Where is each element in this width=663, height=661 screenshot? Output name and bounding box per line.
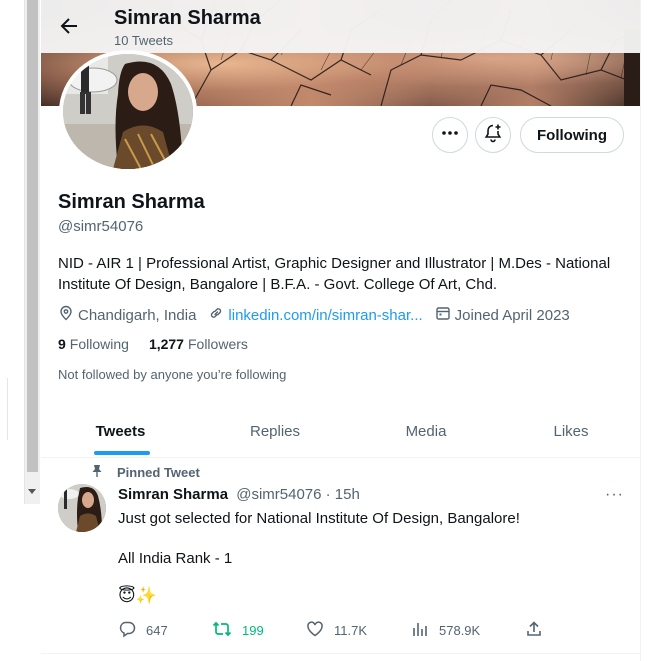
like-count: 11.7K [334, 623, 368, 638]
following-count: 9 [58, 336, 66, 352]
tweet-emoji: 😇✨ [118, 586, 157, 605]
following-label: Following [69, 336, 129, 352]
gutter-divider [0, 378, 8, 440]
joined-text: Joined April 2023 [454, 306, 570, 324]
followers-label: Followers [187, 336, 248, 352]
scroll-down-arrow-icon[interactable] [28, 489, 36, 494]
back-arrow-icon[interactable] [57, 14, 81, 38]
share-button[interactable] [525, 620, 553, 641]
tweet-author[interactable]: Simran Sharma [118, 486, 228, 503]
tab-replies[interactable]: Replies [200, 405, 350, 458]
calendar-icon [435, 305, 455, 325]
more-icon [441, 124, 459, 147]
retweet-count: 199 [242, 623, 264, 638]
website-link[interactable]: linkedin.com/in/simran-shar... [228, 307, 422, 324]
like-button[interactable]: 11.7K [306, 620, 367, 641]
views-button[interactable]: 578.9K [411, 620, 480, 641]
scrollbar[interactable] [24, 0, 40, 504]
profile-column: Simran Sharma 10 Tweets Following Simran… [41, 0, 640, 661]
tweet-line-2: All India Rank - 1 [118, 550, 233, 567]
tweet-header: Simran Sharma @simr54076 · 15h [118, 486, 360, 503]
views-icon [411, 620, 439, 641]
website-item: linkedin.com/in/simran-shar... [208, 305, 423, 325]
tweet-actions: 647 199 11.7K 578.9K [118, 620, 548, 642]
more-options-button[interactable] [432, 117, 468, 153]
pinned-label: Pinned Tweet [117, 465, 200, 480]
tweet-meta: @simr54076 · 15h [236, 486, 360, 503]
pinned-tweet[interactable]: Pinned Tweet Simran Sharma @simr54076 · … [41, 459, 640, 661]
profile-handle: @simr54076 [58, 218, 144, 235]
notifications-button[interactable] [475, 117, 511, 153]
views-count: 578.9K [439, 623, 481, 638]
followers-link[interactable]: 1,277 Followers [149, 336, 248, 352]
retweet-button[interactable]: 199 [212, 620, 264, 641]
tweet-text: Just got selected for National Institute… [118, 509, 618, 589]
pinned-label-row: Pinned Tweet [91, 464, 200, 481]
column-divider [640, 0, 641, 661]
not-followed-note: Not followed by anyone you’re following [58, 367, 287, 382]
share-icon [525, 620, 553, 641]
avatar[interactable] [59, 50, 197, 173]
location-item: Chandigarh, India [58, 305, 196, 325]
like-icon [306, 620, 334, 641]
tweet-line-1: Just got selected for National Institute… [118, 510, 520, 527]
tweet-divider [41, 653, 640, 654]
location-text: Chandigarh, India [78, 306, 197, 324]
tab-media[interactable]: Media [350, 405, 502, 458]
profile-meta: Chandigarh, India linkedin.com/in/simran… [58, 305, 582, 325]
header-name: Simran Sharma [114, 7, 261, 29]
profile-header: Simran Sharma 10 Tweets [41, 0, 640, 53]
header-tweet-count: 10 Tweets [114, 33, 174, 48]
profile-name: Simran Sharma [58, 191, 205, 213]
left-gutter [0, 0, 24, 661]
reply-button[interactable]: 647 [118, 620, 168, 641]
followers-count: 1,277 [148, 336, 184, 352]
profile-bio: NID - AIR 1 | Professional Artist, Graph… [58, 255, 611, 293]
tweet-avatar[interactable] [58, 484, 106, 532]
following-link[interactable]: 9 Following [58, 336, 129, 352]
bell-plus-icon [483, 123, 503, 148]
follow-stats: 9 Following 1,277 Followers [58, 336, 268, 352]
location-icon [58, 305, 78, 325]
reply-count: 647 [146, 623, 168, 638]
pin-icon [91, 464, 117, 481]
following-button[interactable]: Following [520, 117, 624, 153]
scrollbar-thumb[interactable] [27, 0, 38, 472]
tweet-more-icon[interactable]: ··· [605, 486, 624, 504]
joined-item: Joined April 2023 [435, 305, 570, 325]
link-icon [208, 305, 228, 325]
reply-icon [118, 620, 146, 641]
active-tab-indicator [94, 451, 150, 455]
tab-likes[interactable]: Likes [502, 405, 640, 458]
retweet-icon [212, 620, 242, 641]
